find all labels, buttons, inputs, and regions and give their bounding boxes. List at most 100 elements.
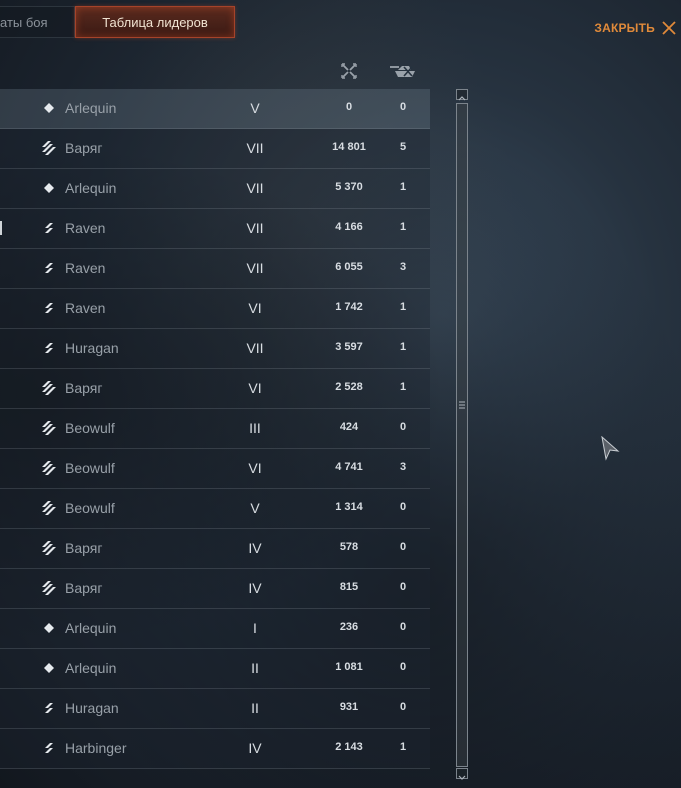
table-row[interactable]: Варяг IV 578 0 [0,529,430,569]
vehicle-name: Arlequin [65,660,117,676]
vehicle-name: Варяг [65,140,103,156]
damage-value: 424 [339,421,359,433]
damage-value: 4 166 [335,221,363,233]
damage-value: 14 801 [332,141,366,153]
table-header [0,58,430,86]
kills-value: 0 [399,661,407,673]
table-row[interactable]: Raven VI 1 742 1 [0,289,430,329]
medium-stripes-icon [41,340,57,356]
heavy-stripes-icon [41,540,57,556]
kills-value: 0 [399,501,407,513]
table-row[interactable]: Arlequin II 1 081 0 [0,649,430,689]
vehicle-name: Arlequin [65,100,117,116]
vehicle-tier: VII [246,260,264,276]
scrollbar[interactable] [455,89,470,781]
table-row[interactable]: Варяг IV 815 0 [0,569,430,609]
table-row[interactable]: Arlequin V 0 0 [0,89,430,129]
damage-value: 2 528 [335,381,363,393]
kills-value: 3 [399,461,407,473]
medium-stripes-icon [41,220,57,236]
kills-value: 1 [399,741,407,753]
damage-value: 931 [339,701,359,713]
table-row[interactable]: Варяг VII 14 801 5 [0,129,430,169]
vehicle-tier: VI [248,380,262,396]
vehicle-tier: IV [248,740,262,756]
tab-battle-results[interactable]: аты боя [0,6,75,38]
kills-value: 1 [399,381,407,393]
tab-bar: аты боя Таблица лидеров [0,6,235,38]
vehicle-name: Arlequin [65,180,117,196]
close-button[interactable]: ЗАКРЫТЬ [594,20,677,36]
kills-value: 1 [399,221,407,233]
tab-leaderboard[interactable]: Таблица лидеров [75,6,235,38]
heavy-stripes-icon [41,580,57,596]
leaderboard-table: Arlequin V 0 0 Варяг VII 14 801 5 Arlequin VII 5 3… [0,89,430,769]
kills-value: 3 [399,261,407,273]
table-row[interactable]: Raven VII 6 055 3 [0,249,430,289]
vehicle-name: Beowulf [65,500,115,516]
close-label: ЗАКРЫТЬ [594,21,655,35]
heavy-stripes-icon [41,420,57,436]
damage-value: 578 [339,541,359,553]
mouse-cursor-icon [601,436,620,461]
vehicle-name: Huragan [65,340,119,356]
chevron-up-icon [458,96,466,101]
heavy-stripes-icon [41,460,57,476]
table-row[interactable]: Beowulf III 424 0 [0,409,430,449]
damage-value: 1 742 [335,301,363,313]
vehicle-tier: II [251,660,259,676]
scroll-up-button[interactable] [456,89,468,101]
vehicle-tier: IV [248,540,262,556]
medium-stripes-icon [41,700,57,716]
table-row[interactable]: Arlequin VII 5 370 1 [0,169,430,209]
light-diamond-icon [41,100,57,116]
kills-value: 0 [399,421,407,433]
table-row[interactable]: Arlequin I 236 0 [0,609,430,649]
kills-value: 5 [399,141,407,153]
light-diamond-icon [41,660,57,676]
vehicle-tier: VII [246,340,264,356]
damage-value: 5 370 [335,181,363,193]
chevron-down-icon [458,775,466,780]
crossed-swords-icon [341,63,357,79]
vehicle-tier: VI [248,300,262,316]
vehicle-name: Beowulf [65,460,115,476]
row-edge-marker [0,221,2,235]
scroll-thumb[interactable] [456,103,468,767]
scroll-down-button[interactable] [456,768,468,780]
heavy-stripes-icon [41,380,57,396]
vehicle-name: Beowulf [65,420,115,436]
damage-value: 6 055 [335,261,363,273]
table-row[interactable]: Beowulf V 1 314 0 [0,489,430,529]
vehicle-tier: V [250,500,260,516]
vehicle-name: Варяг [65,540,103,556]
table-row[interactable]: Huragan VII 3 597 1 [0,329,430,369]
damage-value: 1 314 [335,501,363,513]
kills-value: 0 [399,701,407,713]
medium-stripes-icon [41,260,57,276]
damage-value: 236 [339,621,359,633]
kills-value: 1 [399,341,407,353]
vehicle-tier: II [251,700,259,716]
table-row[interactable]: Варяг VI 2 528 1 [0,369,430,409]
damage-value: 0 [345,101,353,113]
heavy-stripes-icon [41,500,57,516]
damage-value: 4 741 [335,461,363,473]
table-row[interactable]: Huragan II 931 0 [0,689,430,729]
vehicle-name: Варяг [65,380,103,396]
vehicle-tier: I [253,620,257,636]
table-row[interactable]: Beowulf VI 4 741 3 [0,449,430,489]
damage-value: 1 081 [335,661,363,673]
heavy-stripes-icon [41,140,57,156]
vehicle-tier: VII [246,220,264,236]
kills-value: 1 [399,301,407,313]
vehicle-name: Harbinger [65,740,127,756]
vehicle-name: Raven [65,260,106,276]
kills-value: 1 [399,181,407,193]
vehicle-tier: VI [248,460,262,476]
table-row[interactable]: Harbinger IV 2 143 1 [0,729,430,769]
vehicle-name: Raven [65,300,106,316]
kills-value: 0 [399,621,407,633]
table-row[interactable]: Raven VII 4 166 1 [0,209,430,249]
vehicle-tier: VII [246,180,264,196]
